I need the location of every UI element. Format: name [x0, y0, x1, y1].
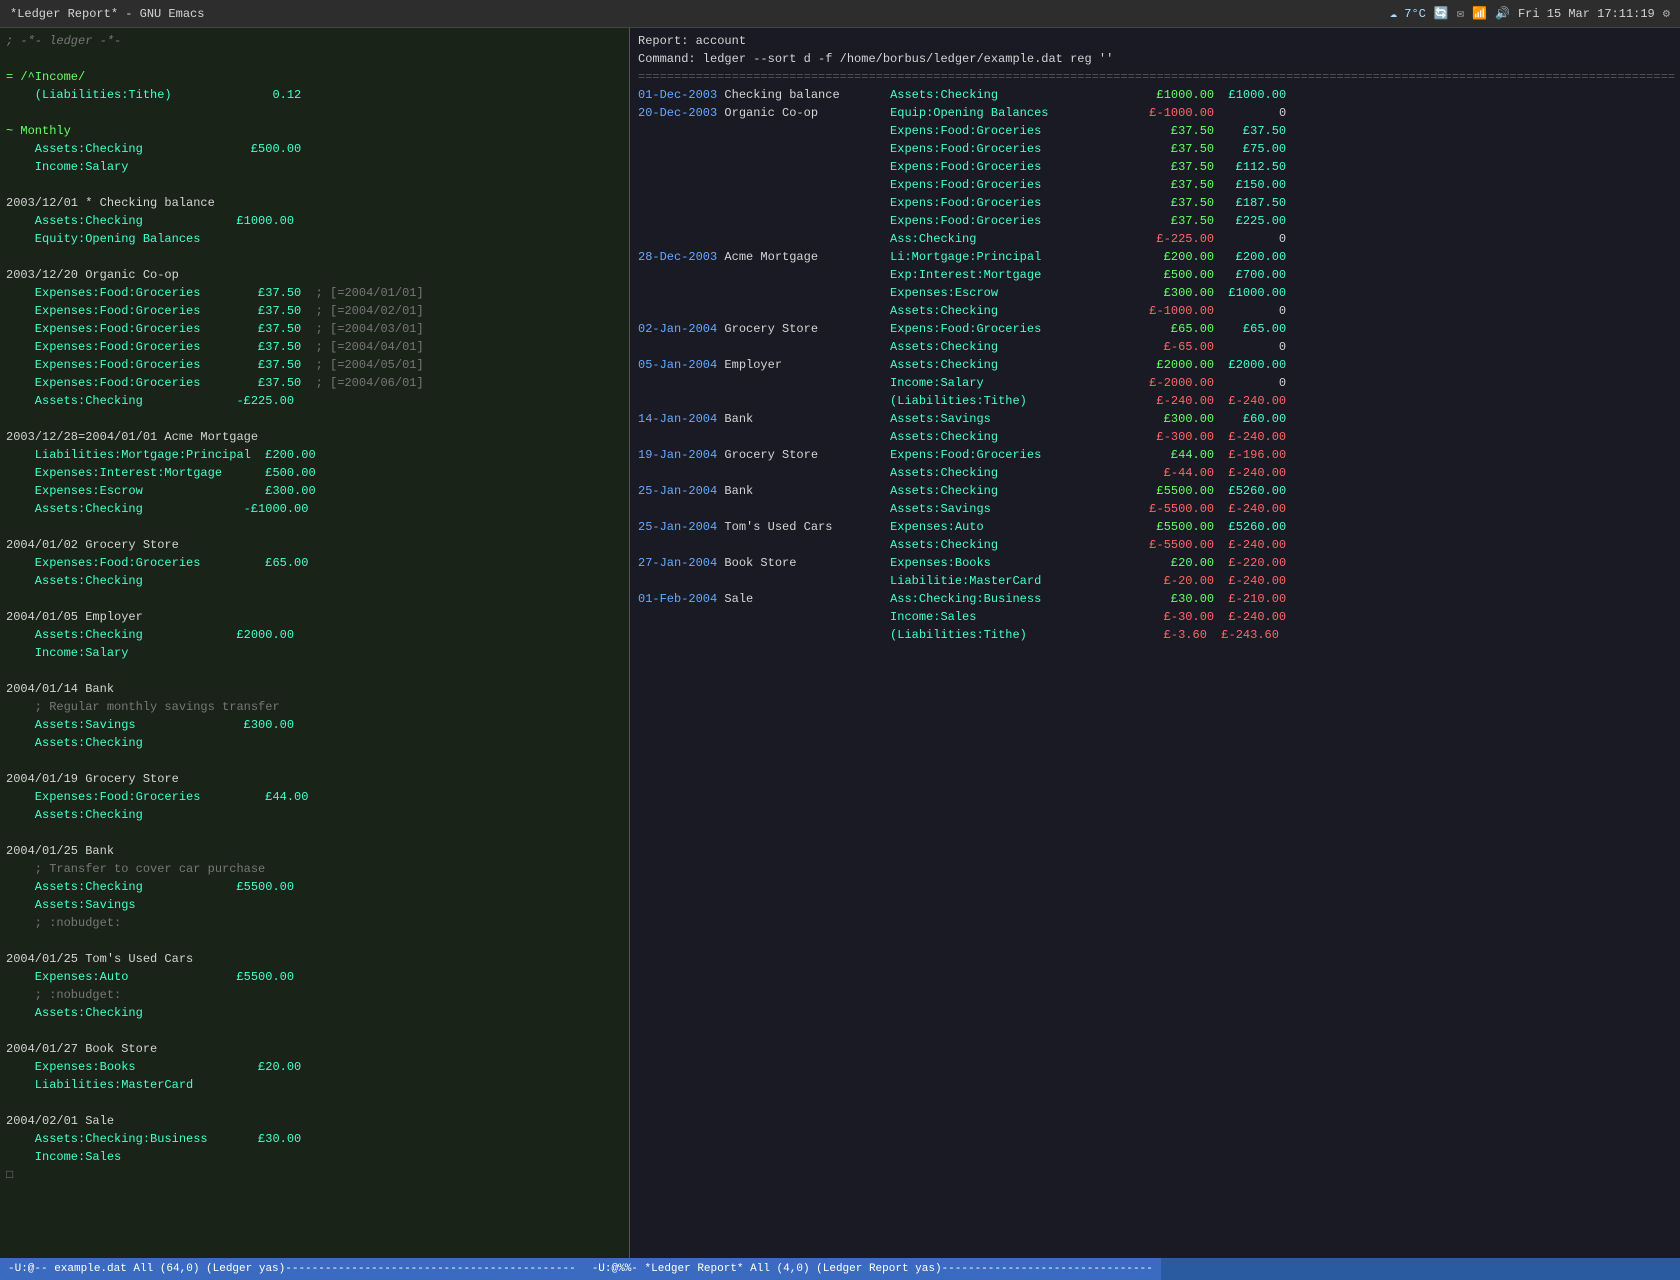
entry-bookstore: 2004/01/27 Book Store: [6, 1042, 157, 1056]
tithe-account: (Liabilities:Tithe) 0.12: [6, 88, 301, 102]
checking-2000: Assets:Checking £2000.00: [6, 628, 294, 642]
escrow: Expenses:Escrow £300.00: [6, 484, 316, 498]
source-content: ; -*- ledger -*- = /^Income/ (Liabilitie…: [6, 32, 623, 1202]
groceries-4: Expenses:Food:Groceries £37.50 ; [=2004/…: [6, 340, 424, 354]
monthly-rule: ~ Monthly: [6, 124, 71, 138]
titlebar-right: ☁ 7°C 🔄 ✉ 📶 🔊 Fri 15 Mar 17:11:19 ⚙: [1390, 6, 1670, 21]
statusbar: -U:@-- example.dat All (64,0) (Ledger ya…: [0, 1258, 1680, 1280]
groceries-1: Expenses:Food:Groceries £37.50 ; [=2004/…: [6, 286, 424, 300]
checking-grocery2: Assets:Checking: [6, 808, 143, 822]
income-sales: Income:Sales: [6, 1150, 121, 1164]
refresh-icon: 🔄: [1434, 6, 1449, 21]
groceries-6: Expenses:Food:Groceries £37.50 ; [=2004/…: [6, 376, 424, 390]
date-dec20: 20-Dec-2003: [638, 106, 717, 120]
entry-acme-mortgage: 2003/12/28=2004/01/01 Acme Mortgage: [6, 430, 258, 444]
date-jan02: 02-Jan-2004: [638, 322, 717, 336]
status-left-text: -U:@-- example.dat All (64,0) (Ledger ya…: [8, 1263, 576, 1275]
date-jan25-cars: 25-Jan-2004: [638, 520, 717, 534]
entry-employer: 2004/01/05 Employer: [6, 610, 143, 624]
desc-sale: Sale: [724, 592, 882, 606]
right-pane[interactable]: Report: account Command: ledger --sort d…: [630, 28, 1680, 1258]
interest-mortgage: Expenses:Interest:Mortgage £500.00: [6, 466, 316, 480]
comment-ledger: ; -*- ledger -*-: [6, 34, 121, 48]
mastercard: Liabilities:MasterCard: [6, 1078, 193, 1092]
weather-display: ☁ 7°C: [1390, 6, 1426, 21]
entry-grocery-jan02: 2004/01/02 Grocery Store: [6, 538, 179, 552]
savings-car: Assets:Savings: [6, 898, 136, 912]
comment-nobudget2: ; :nobudget:: [6, 988, 121, 1002]
cursor-block: □: [6, 1168, 13, 1182]
date-jan19: 19-Jan-2004: [638, 448, 717, 462]
desc-cars: Tom's Used Cars: [724, 520, 882, 534]
email-icon: ✉: [1457, 6, 1464, 21]
desc-organic: Organic Co-op: [724, 106, 882, 120]
report-separator: ========================================…: [638, 70, 1675, 84]
income-salary-2: Income:Salary: [6, 646, 128, 660]
desc-grocery-jan19: Grocery Store: [724, 448, 882, 462]
comment-nobudget1: ; :nobudget:: [6, 916, 121, 930]
groceries-65: Expenses:Food:Groceries £65.00: [6, 556, 308, 570]
date-jan05: 05-Jan-2004: [638, 358, 717, 372]
checking-savings: Assets:Checking: [6, 736, 143, 750]
entry-bank-jan25: 2004/01/25 Bank: [6, 844, 114, 858]
checking-grocery: Assets:Checking: [6, 574, 143, 588]
left-pane[interactable]: ; -*- ledger -*- = /^Income/ (Liabilitie…: [0, 28, 630, 1258]
checking-1000: Assets:Checking £1000.00: [6, 214, 294, 228]
checking-neg225: Assets:Checking -£225.00: [6, 394, 294, 408]
datetime-display: Fri 15 Mar 17:11:19: [1518, 7, 1655, 21]
date-feb01: 01-Feb-2004: [638, 592, 717, 606]
report-header2: Command: ledger --sort d -f /home/borbus…: [638, 52, 1113, 66]
checking-cars: Assets:Checking: [6, 1006, 143, 1020]
desc-acme: Acme Mortgage: [724, 250, 882, 264]
comment-car: ; Transfer to cover car purchase: [6, 862, 265, 876]
network-icon: 📶: [1472, 6, 1487, 21]
status-right: -U:@%%- *Ledger Report* All (4,0) (Ledge…: [584, 1258, 1161, 1280]
entry-sale: 2004/02/01 Sale: [6, 1114, 114, 1128]
date-jan25-bank: 25-Jan-2004: [638, 484, 717, 498]
main-area: ; -*- ledger -*- = /^Income/ (Liabilitie…: [0, 28, 1680, 1258]
checking-monthly: Assets:Checking £500.00: [6, 142, 301, 156]
groceries-3: Expenses:Food:Groceries £37.50 ; [=2004/…: [6, 322, 424, 336]
desc-grocery-jan02: Grocery Store: [724, 322, 882, 336]
titlebar-title: *Ledger Report* - GNU Emacs: [10, 7, 204, 21]
checking-business: Assets:Checking:Business £30.00: [6, 1132, 301, 1146]
savings-300: Assets:Savings £300.00: [6, 718, 294, 732]
equity-opening: Equity:Opening Balances: [6, 232, 200, 246]
desc-bank-jan14: Bank: [724, 412, 882, 426]
titlebar: *Ledger Report* - GNU Emacs ☁ 7°C 🔄 ✉ 📶 …: [0, 0, 1680, 28]
audio-icon: 🔊: [1495, 6, 1510, 21]
date-jan27: 27-Jan-2004: [638, 556, 717, 570]
desc-employer: Employer: [724, 358, 882, 372]
status-right-text: -U:@%%- *Ledger Report* All (4,0) (Ledge…: [592, 1263, 1153, 1275]
groceries-44: Expenses:Food:Groceries £44.00: [6, 790, 308, 804]
entry-cars: 2004/01/25 Tom's Used Cars: [6, 952, 193, 966]
entry-grocery-jan19: 2004/01/19 Grocery Store: [6, 772, 179, 786]
desc-checking-balance: Checking balance: [724, 88, 882, 102]
desc-bookstore: Book Store: [724, 556, 882, 570]
entry-bank-jan14: 2004/01/14 Bank: [6, 682, 114, 696]
date-dec01: 01-Dec-2003: [638, 88, 717, 102]
groceries-2: Expenses:Food:Groceries £37.50 ; [=2004/…: [6, 304, 424, 318]
status-left: -U:@-- example.dat All (64,0) (Ledger ya…: [0, 1258, 584, 1280]
books-20: Expenses:Books £20.00: [6, 1060, 301, 1074]
auto-5500: Expenses:Auto £5500.00: [6, 970, 294, 984]
settings-icon: ⚙: [1663, 6, 1670, 21]
checking-neg1000: Assets:Checking -£1000.00: [6, 502, 308, 516]
entry-2003-12-01: 2003/12/01 * Checking balance: [6, 196, 215, 210]
groceries-5: Expenses:Food:Groceries £37.50 ; [=2004/…: [6, 358, 424, 372]
report-header1: Report: account: [638, 34, 746, 48]
income-rule: = /^Income/: [6, 70, 85, 84]
income-salary-1: Income:Salary: [6, 160, 128, 174]
entry-2003-12-20: 2003/12/20 Organic Co-op: [6, 268, 179, 282]
mortgage-principal: Liabilities:Mortgage:Principal £200.00: [6, 448, 316, 462]
report-content: Report: account Command: ledger --sort d…: [638, 32, 1672, 662]
comment-savings: ; Regular monthly savings transfer: [6, 700, 280, 714]
date-jan14: 14-Jan-2004: [638, 412, 717, 426]
checking-5500: Assets:Checking £5500.00: [6, 880, 294, 894]
date-dec28: 28-Dec-2003: [638, 250, 717, 264]
desc-bank-jan25: Bank: [724, 484, 882, 498]
